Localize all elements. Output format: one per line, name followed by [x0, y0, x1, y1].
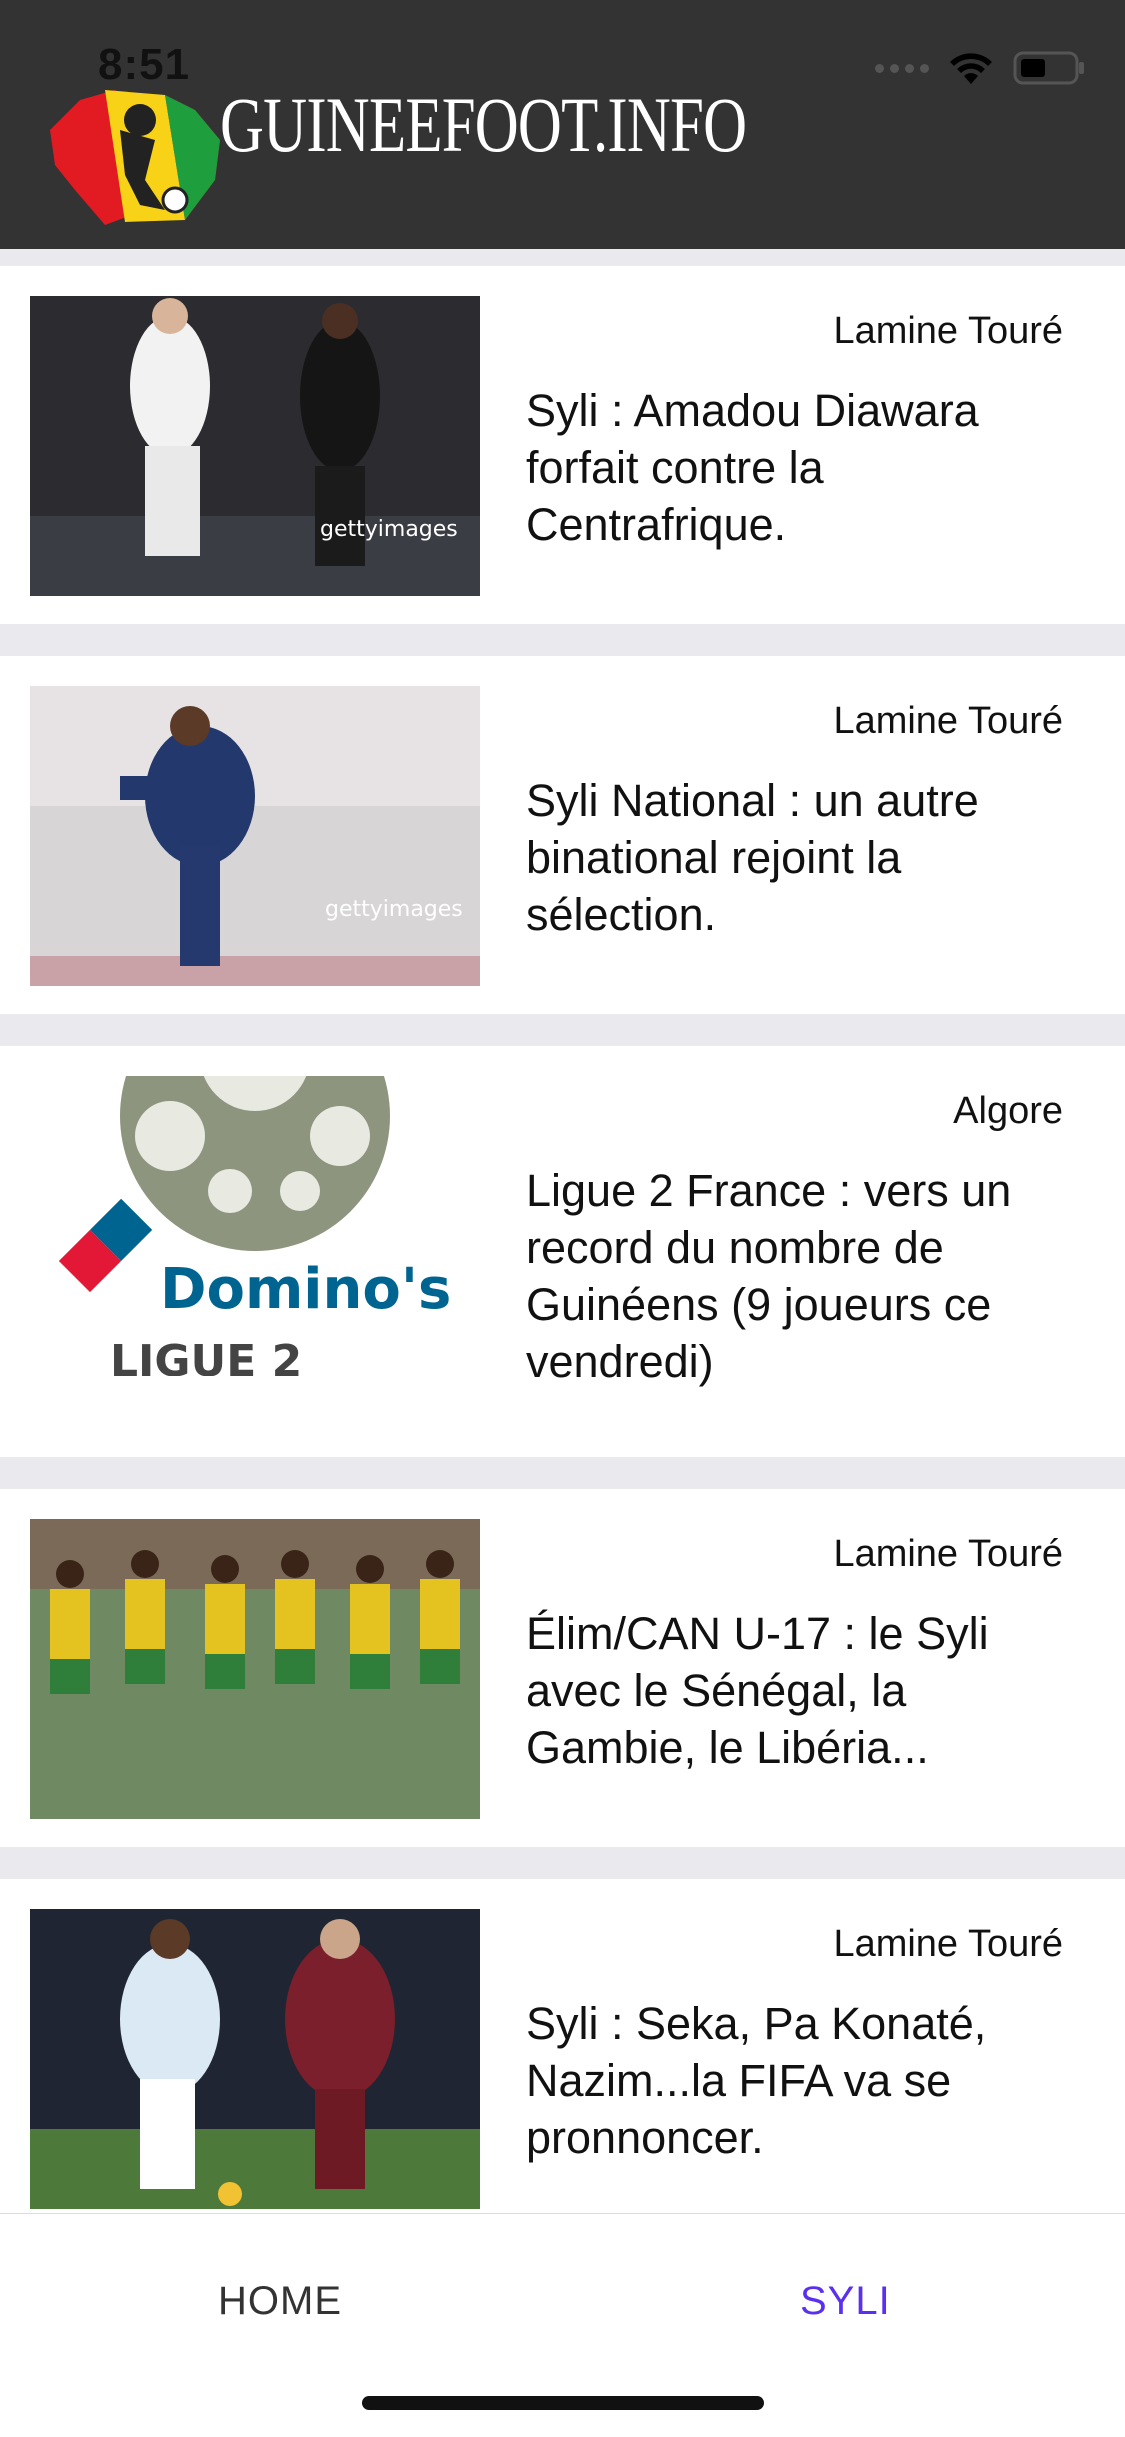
bottom-tab-bar: HOME SYLI [0, 2213, 1125, 2437]
article-title[interactable]: Syli National : un autre binational rejo… [526, 772, 1066, 943]
article-thumbnail: gettyimages [30, 686, 480, 986]
guinea-map-icon [50, 90, 220, 225]
svg-text:gettyimages: gettyimages [320, 517, 458, 542]
battery-icon [1013, 50, 1085, 86]
tab-syli[interactable]: SYLI [800, 2279, 891, 2324]
article-thumbnail: Domino's LIGUE 2 [30, 1076, 480, 1376]
guineefoot-logo[interactable]: GUINEEFOOT.INFO [45, 70, 747, 230]
article-thumbnail [30, 1519, 480, 1819]
article-thumbnail: gettyimages [30, 296, 480, 596]
article-card[interactable]: Domino's LIGUE 2 Algore Ligue 2 France :… [0, 1046, 1125, 1457]
article-title[interactable]: Élim/CAN U-17 : le Syli avec le Sénégal,… [526, 1605, 1066, 1776]
article-title[interactable]: Syli : Seka, Pa Konaté, Nazim...la FIFA … [526, 1995, 1066, 2166]
signal-icon [875, 63, 929, 73]
svg-text:LIGUE 2: LIGUE 2 [110, 1336, 302, 1376]
status-time: 8:51 [98, 40, 191, 89]
status-icons [875, 50, 1085, 86]
app-header: GUINEEFOOT.INFO 8:51 [0, 0, 1125, 249]
article-card[interactable]: gettyimages Lamine Touré Syli : Amadou D… [0, 266, 1125, 624]
svg-text:Domino's: Domino's [160, 1257, 451, 1322]
home-indicator[interactable] [362, 2396, 764, 2410]
article-author: Lamine Touré [833, 700, 1063, 742]
article-thumbnail [30, 1909, 480, 2209]
article-card[interactable]: gettyimages Lamine Touré Syli National :… [0, 656, 1125, 1014]
article-title[interactable]: Ligue 2 France : vers un record du nombr… [526, 1162, 1066, 1390]
article-author: Algore [953, 1090, 1063, 1132]
article-title[interactable]: Syli : Amadou Diawara forfait contre la … [526, 382, 1066, 553]
wifi-icon [949, 51, 993, 85]
article-author: Lamine Touré [833, 1923, 1063, 1965]
article-author: Lamine Touré [833, 1533, 1063, 1575]
logo-text: GUINEEFOOT.INFO [220, 81, 747, 168]
article-card[interactable]: Lamine Touré Élim/CAN U-17 : le Syli ave… [0, 1489, 1125, 1847]
article-card[interactable]: Lamine Touré Syli : Seka, Pa Konaté, Naz… [0, 1879, 1125, 2213]
article-author: Lamine Touré [833, 310, 1063, 352]
svg-text:gettyimages: gettyimages [325, 897, 463, 922]
tab-home[interactable]: HOME [218, 2279, 342, 2324]
